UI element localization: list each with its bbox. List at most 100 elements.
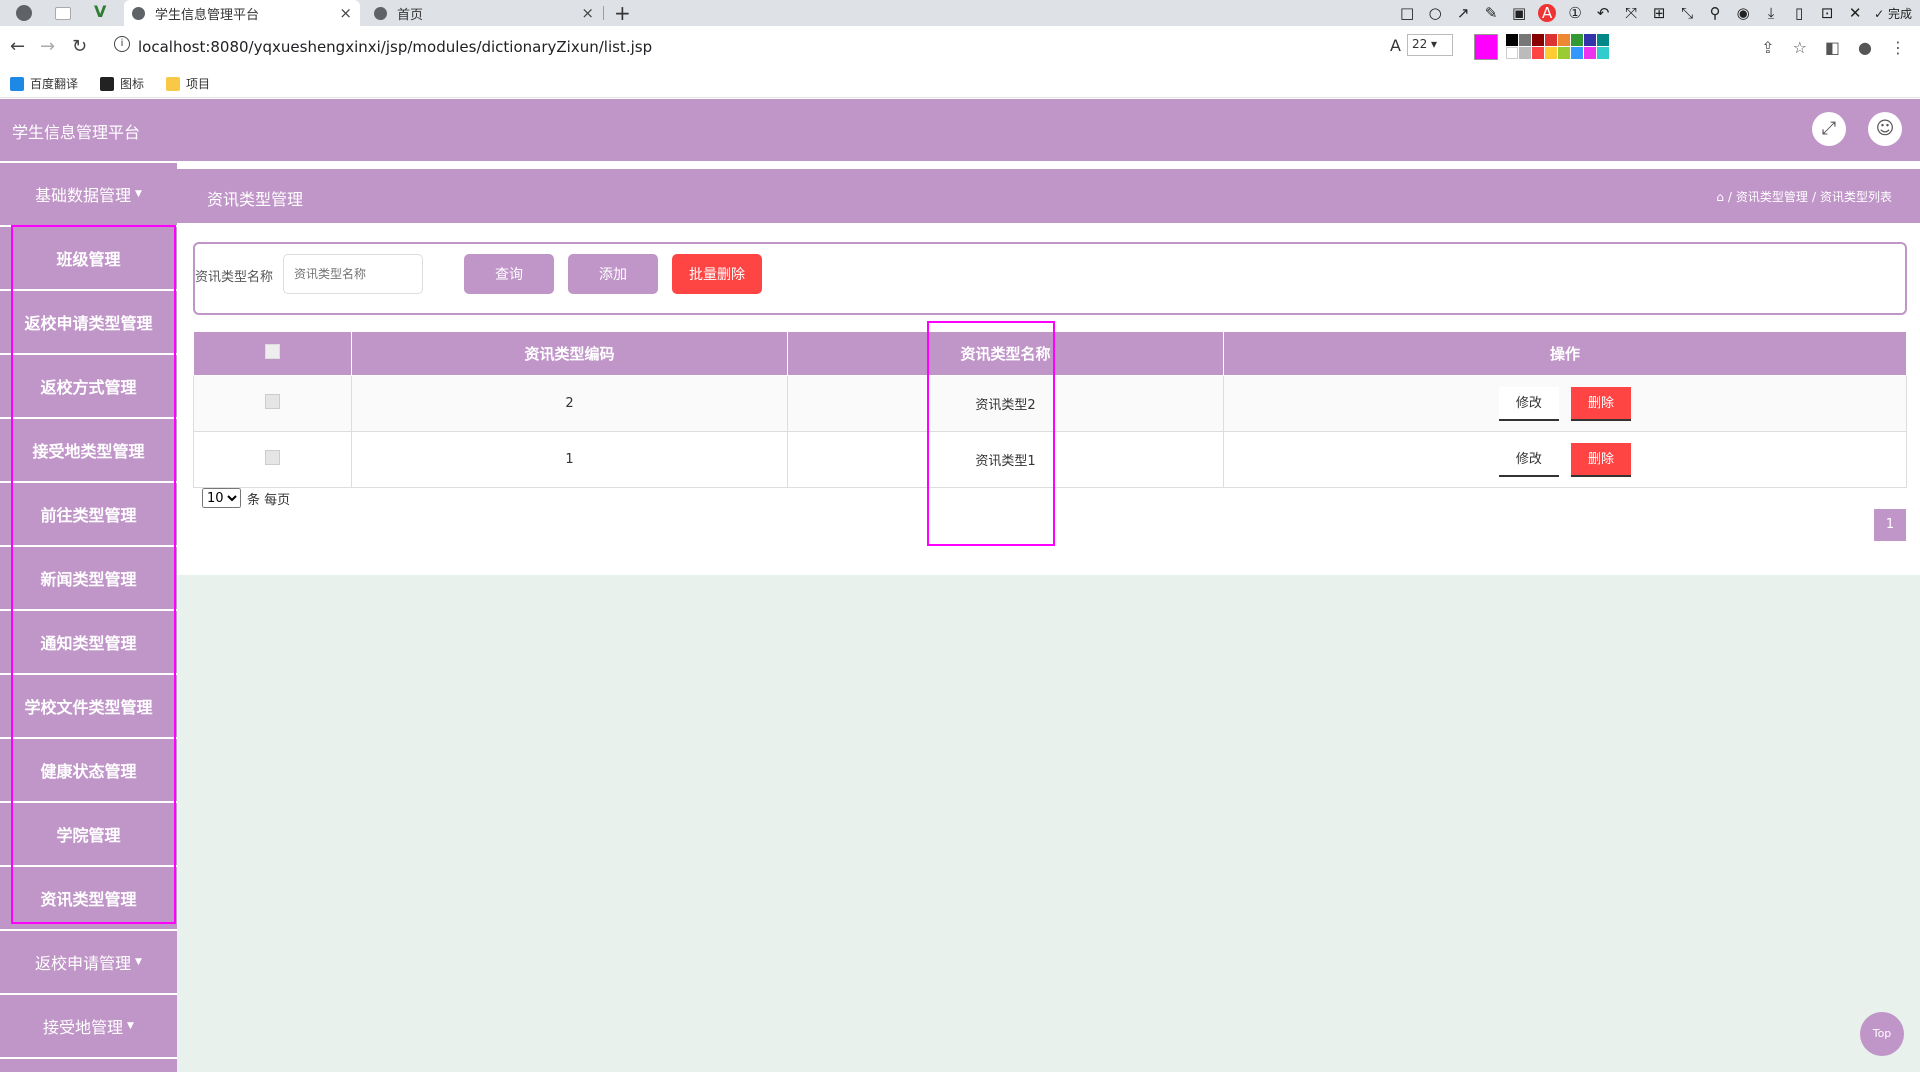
sidebar-item-college[interactable]: 学院管理 [0, 803, 177, 865]
new-tab-plus-icon[interactable]: + [614, 1, 631, 25]
sidebar-item-return-apply-type[interactable]: 返校申请类型管理 [0, 291, 177, 353]
swatch[interactable] [1532, 47, 1544, 59]
page-header: 资讯类型管理 ⌂ / 资讯类型管理 / 资讯类型列表 [177, 169, 1920, 223]
pinned-tab-globe-icon[interactable] [16, 5, 32, 21]
side-panel-icon[interactable]: ◧ [1825, 38, 1840, 57]
done-button[interactable]: ✓ 完成 [1874, 5, 1912, 22]
swatch[interactable] [1519, 47, 1531, 59]
batch-delete-button[interactable]: 批量删除 [672, 254, 762, 294]
scroll-capture-icon[interactable]: ⤡ [1678, 4, 1696, 22]
row-checkbox[interactable] [265, 394, 280, 409]
rectangle-tool-icon[interactable]: □ [1398, 4, 1416, 22]
breadcrumb-item[interactable]: 资讯类型管理 [1736, 188, 1808, 205]
sidebar-group-receive-place[interactable]: 接受地管理 ▼ [0, 995, 177, 1057]
sidebar-item-health-status[interactable]: 健康状态管理 [0, 739, 177, 801]
sidebar-item-class[interactable]: 班级管理 [0, 227, 177, 289]
arrow-tool-icon[interactable]: ↗ [1454, 4, 1472, 22]
swatch[interactable] [1532, 34, 1544, 46]
share-icon[interactable]: ⇪ [1761, 38, 1774, 57]
translate-icon[interactable]: ⊞ [1650, 4, 1668, 22]
sidebar-item-return-method[interactable]: 返校方式管理 [0, 355, 177, 417]
site-info-icon[interactable]: i [114, 36, 130, 52]
swatch[interactable] [1558, 34, 1570, 46]
bookmark-icon[interactable]: ⊡ [1818, 4, 1836, 22]
user-avatar-icon[interactable]: ☺ [1868, 112, 1902, 146]
menu-dots-icon[interactable]: ⋮ [1890, 38, 1906, 57]
number-tool-icon[interactable]: ① [1566, 4, 1584, 22]
swatch[interactable] [1519, 34, 1531, 46]
app-header: 学生信息管理平台 ⤢ ☺ [0, 99, 1920, 161]
column-header-name[interactable]: 资讯类型名称 [787, 331, 1224, 376]
back-arrow-icon[interactable]: ← [10, 36, 25, 57]
bookmark-item[interactable]: 项目 [166, 75, 210, 92]
fullscreen-icon[interactable]: ⤢ [1812, 112, 1846, 146]
swatch[interactable] [1584, 47, 1596, 59]
breadcrumb-item: 资讯类型列表 [1819, 190, 1892, 204]
bookmark-item[interactable]: 图标 [100, 75, 144, 92]
sidebar-group-return-apply[interactable]: 返校申请管理 ▼ [0, 931, 177, 993]
column-header-code[interactable]: 资讯类型编码 [351, 331, 788, 376]
profile-icon[interactable]: ● [1858, 38, 1872, 57]
swatch[interactable] [1584, 34, 1596, 46]
star-icon[interactable]: ☆ [1793, 38, 1807, 57]
sidebar-group-basic-data[interactable]: 基础数据管理 ▼ [0, 163, 177, 225]
record-icon[interactable]: ◉ [1734, 4, 1752, 22]
sidebar-item-news-type[interactable]: 新闻类型管理 [0, 547, 177, 609]
swatch[interactable] [1545, 34, 1557, 46]
swatch[interactable] [1571, 47, 1583, 59]
query-button[interactable]: 查询 [464, 254, 554, 294]
done-label: 完成 [1887, 6, 1912, 21]
text-tool-icon[interactable]: A [1538, 4, 1557, 22]
font-letter-icon: A [1390, 35, 1401, 55]
sidebar-item-receive-place-type[interactable]: 接受地类型管理 [0, 419, 177, 481]
tab-close-icon[interactable]: × [339, 4, 352, 22]
cancel-icon[interactable]: ✕ [1846, 4, 1864, 22]
swatch[interactable] [1597, 47, 1609, 59]
copy-icon[interactable]: ▯ [1790, 4, 1808, 22]
edit-button[interactable]: 修改 [1498, 386, 1559, 421]
edit-button[interactable]: 修改 [1498, 442, 1559, 477]
table-row: 2 资讯类型2 修改 删除 [193, 375, 1907, 432]
download-icon[interactable]: ⤓ [1762, 4, 1780, 22]
search-input[interactable] [283, 254, 423, 294]
add-button[interactable]: 添加 [568, 254, 658, 294]
current-color-swatch[interactable] [1474, 34, 1498, 60]
delete-button[interactable]: 删除 [1571, 386, 1632, 421]
page-size-select[interactable]: 10 [202, 488, 241, 508]
page-number-button[interactable]: 1 [1874, 509, 1906, 541]
back-to-top-button[interactable]: Top [1860, 1012, 1904, 1056]
pin-icon[interactable]: ⚲ [1706, 4, 1724, 22]
sidebar-item-destination-type[interactable]: 前往类型管理 [0, 483, 177, 545]
font-size-select[interactable]: 22 ▾ [1406, 34, 1453, 56]
sidebar-group-more[interactable] [0, 1059, 177, 1072]
pinned-tab-blank-icon[interactable] [55, 7, 71, 20]
tab-close-icon[interactable]: × [581, 4, 594, 22]
row-checkbox[interactable] [265, 450, 280, 465]
pen-tool-icon[interactable]: ✎ [1482, 4, 1500, 22]
swatch[interactable] [1545, 47, 1557, 59]
browser-tab[interactable]: 首页 × [366, 0, 602, 26]
delete-button[interactable]: 删除 [1571, 442, 1632, 477]
undo-icon[interactable]: ↶ [1594, 4, 1612, 22]
url-text[interactable]: localhost:8080/yqxueshengxinxi/jsp/modul… [138, 38, 652, 56]
swatch[interactable] [1506, 47, 1518, 59]
sidebar-item-news-info-type[interactable]: 资讯类型管理 [0, 867, 177, 929]
browser-tab-active[interactable]: 学生信息管理平台 × [124, 0, 360, 26]
bookmark-item[interactable]: 百度翻译 [10, 75, 78, 92]
home-icon[interactable]: ⌂ [1716, 190, 1724, 204]
sidebar-item-notice-type[interactable]: 通知类型管理 [0, 611, 177, 673]
swatch[interactable] [1571, 34, 1583, 46]
mosaic-tool-icon[interactable]: ▣ [1510, 4, 1528, 22]
swatch[interactable] [1597, 34, 1609, 46]
caret-down-icon: ▼ [135, 957, 142, 967]
circle-tool-icon[interactable]: ○ [1426, 4, 1444, 22]
swatch[interactable] [1558, 47, 1570, 59]
swatch[interactable] [1506, 34, 1518, 46]
forward-arrow-icon[interactable]: → [40, 36, 55, 57]
color-palette [1474, 34, 1609, 60]
select-all-checkbox[interactable] [265, 344, 280, 359]
pinned-tab-vue-icon[interactable]: V [94, 2, 106, 21]
screenshot-icon[interactable]: ⤧ [1622, 4, 1640, 22]
reload-icon[interactable]: ↻ [72, 36, 87, 57]
sidebar-item-school-file-type[interactable]: 学校文件类型管理 [0, 675, 177, 737]
